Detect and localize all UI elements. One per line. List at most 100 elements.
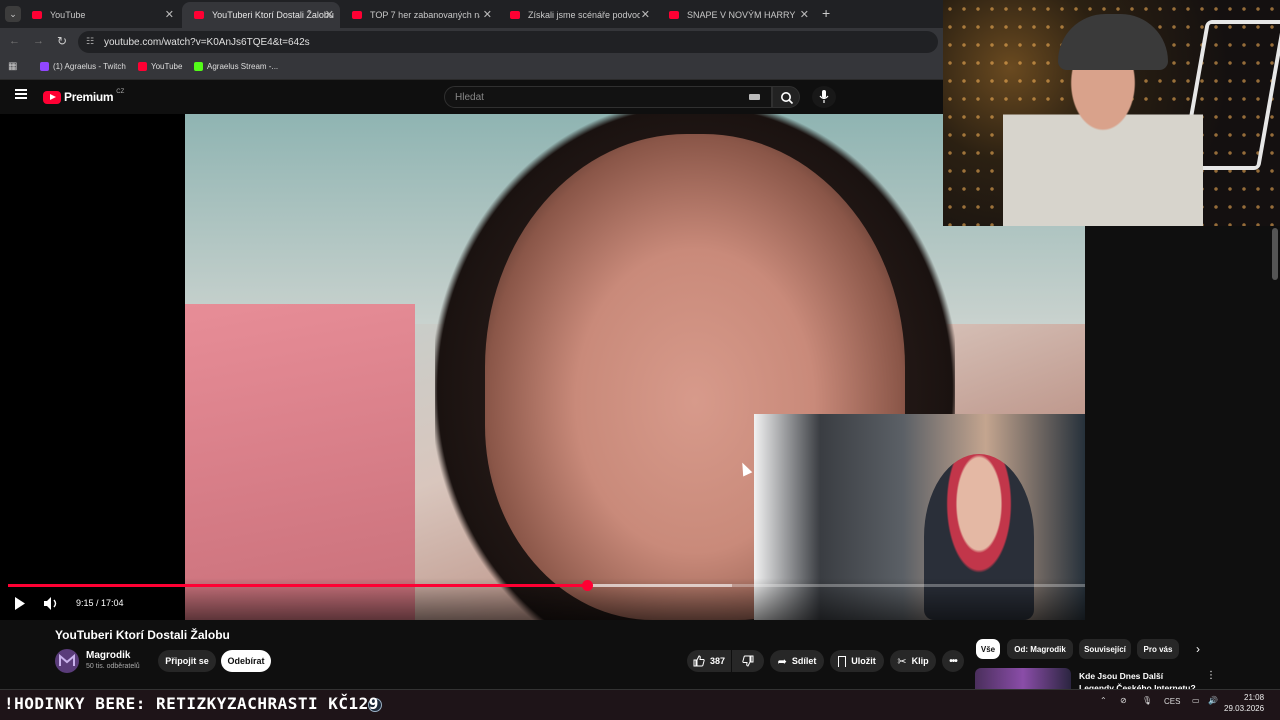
recommended-thumbnail[interactable] <box>975 668 1071 689</box>
browser-tab[interactable]: YouTube ✕ <box>20 2 180 28</box>
time-display: 9:15 / 17:04 <box>76 598 124 608</box>
save-button[interactable]: Uložit <box>830 650 884 672</box>
bookmark-twitch[interactable]: (1) Agraelus - Twitch <box>40 62 126 71</box>
taskbar-clock[interactable]: 21:08 29.03.2026 <box>1224 692 1264 714</box>
chip-all[interactable]: Vše <box>976 639 1000 659</box>
youtube-favicon-icon <box>510 11 520 19</box>
kick-icon <box>194 62 203 71</box>
language-indicator[interactable]: CES <box>1164 697 1180 706</box>
youtube-favicon-icon <box>352 11 362 19</box>
bookmarks-bar: ▦ (1) Agraelus - Twitch YouTube Agraelus… <box>0 56 944 80</box>
stream-ticker-text: !HODINKY BERE: RETIZKYZACHRASTI KČ129 <box>4 694 379 713</box>
youtube-favicon-icon <box>32 11 42 19</box>
progress-buffered <box>586 584 733 587</box>
microphone-icon <box>819 90 829 103</box>
dislike-button[interactable] <box>732 650 764 672</box>
browser-tab[interactable]: Získali jsme scénáře podvodník ✕ <box>498 2 656 28</box>
tab-search-button[interactable]: ⌄ <box>5 6 21 22</box>
play-icon <box>15 597 25 610</box>
youtube-favicon-icon <box>669 11 679 19</box>
like-count: 387 <box>710 656 726 666</box>
thumbs-down-icon <box>742 655 754 667</box>
chip-from-channel[interactable]: Od: Magrodik <box>1007 639 1073 659</box>
play-button[interactable] <box>14 597 26 610</box>
site-info-icon[interactable]: ☷ <box>86 36 94 47</box>
progress-played <box>8 584 587 587</box>
tray-app-icon[interactable]: ⊘ <box>1120 696 1127 705</box>
search-placeholder: Hledat <box>455 92 484 103</box>
twitch-icon <box>40 62 49 71</box>
youtube-logo[interactable]: Premium CZ <box>43 89 125 104</box>
bookmark-youtube[interactable]: YouTube <box>138 62 182 71</box>
menu-icon[interactable] <box>15 89 27 99</box>
search-button[interactable] <box>772 86 800 108</box>
clock-time: 21:08 <box>1244 693 1265 702</box>
new-tab-icon[interactable]: + <box>822 5 830 21</box>
voice-search-button[interactable] <box>812 86 836 108</box>
forward-icon[interactable]: → <box>33 35 44 47</box>
clip-button[interactable]: ✂ Klip <box>890 650 936 672</box>
reload-icon[interactable]: ↻ <box>57 34 67 48</box>
browser-tab[interactable]: TOP 7 her zabanovaných na St ✕ <box>340 2 498 28</box>
streamer-webcam-overlay <box>943 0 1280 226</box>
subscriber-count: 50 tis. odběratelů <box>86 663 140 670</box>
channel-logo-icon <box>59 653 75 666</box>
channel-name[interactable]: Magrodik <box>86 650 130 661</box>
logo-region: CZ <box>116 89 125 95</box>
page-scrollbar[interactable] <box>1272 228 1278 280</box>
close-tab-icon[interactable]: ✕ <box>325 8 334 21</box>
more-icon: ••• <box>949 655 957 667</box>
clip-label: Klip <box>911 656 929 666</box>
video-background-wall <box>185 304 415 620</box>
scissors-icon: ✂ <box>897 655 907 668</box>
keyboard-icon[interactable] <box>749 94 760 100</box>
bookmark-icon <box>838 655 847 667</box>
logo-text: Premium <box>64 90 114 104</box>
bookmark-label: (1) Agraelus - Twitch <box>53 62 126 71</box>
bookmark-kick[interactable]: Agraelus Stream -... <box>194 62 278 71</box>
channel-avatar[interactable] <box>55 649 79 673</box>
search-input[interactable]: Hledat <box>444 86 772 108</box>
close-tab-icon[interactable]: ✕ <box>165 8 174 21</box>
apps-grid-icon[interactable]: ▦ <box>8 61 17 72</box>
back-icon[interactable]: ← <box>9 35 20 47</box>
video-player[interactable]: 9:15 / 17:04 ⤢ <box>0 114 1085 620</box>
share-label: Sdílet <box>791 656 817 666</box>
more-actions-button[interactable]: ••• <box>942 650 964 672</box>
like-button[interactable]: 387 <box>687 650 731 672</box>
microphone-tray-icon[interactable]: 🎙 <box>1142 696 1152 705</box>
video-title: YouTuberi Ktorí Dostali Žalobu <box>55 628 230 642</box>
youtube-favicon-icon <box>194 11 204 19</box>
browser-tab-bar: ⌄ YouTube ✕ YouTuberi Ktorí Dostali Žalo… <box>0 0 944 28</box>
progress-scrubber[interactable] <box>581 580 593 591</box>
tab-title: TOP 7 her zabanovaných na St <box>370 10 480 20</box>
speaker-icon[interactable]: 🔊 <box>1208 696 1218 705</box>
save-label: Uložit <box>851 656 876 666</box>
progress-bar[interactable] <box>8 580 1085 591</box>
bookmark-label: YouTube <box>151 62 183 71</box>
url-input[interactable]: ☷ youtube.com/watch?v=K0AnJs6TQE4&t=642s <box>78 31 938 53</box>
chip-related[interactable]: Související <box>1079 639 1131 659</box>
subscribe-button[interactable]: Odebírat <box>221 650 271 672</box>
share-icon: ➦ <box>777 655 787 668</box>
share-button[interactable]: ➦ Sdílet <box>770 650 824 672</box>
tab-title: YouTube <box>50 10 86 20</box>
browser-tab-active[interactable]: YouTuberi Ktorí Dostali Žalobu ✕ <box>182 2 340 28</box>
volume-icon <box>44 597 57 610</box>
tray-arrow-icon[interactable]: ⌃ <box>1100 696 1107 705</box>
close-tab-icon[interactable]: ✕ <box>483 8 492 21</box>
chips-next-icon[interactable]: › <box>1196 642 1200 656</box>
recommended-menu-icon[interactable]: ⋮ <box>1206 670 1216 681</box>
clock-date: 29.03.2026 <box>1224 704 1265 713</box>
browser-tab[interactable]: SNAPE V NOVÝM HARRY POTT ✕ <box>657 2 815 28</box>
tab-title: Získali jsme scénáře podvodník <box>528 10 640 20</box>
tab-title: SNAPE V NOVÝM HARRY POTT <box>687 10 797 20</box>
network-icon[interactable]: ▭ <box>1192 696 1200 705</box>
close-tab-icon[interactable]: ✕ <box>800 8 809 21</box>
close-tab-icon[interactable]: ✕ <box>641 8 650 21</box>
youtube-icon <box>138 62 147 71</box>
join-button[interactable]: Připojit se <box>158 650 216 672</box>
volume-button[interactable] <box>44 597 60 610</box>
bookmark-label: Agraelus Stream -... <box>207 62 279 71</box>
chip-for-you[interactable]: Pro vás <box>1137 639 1179 659</box>
